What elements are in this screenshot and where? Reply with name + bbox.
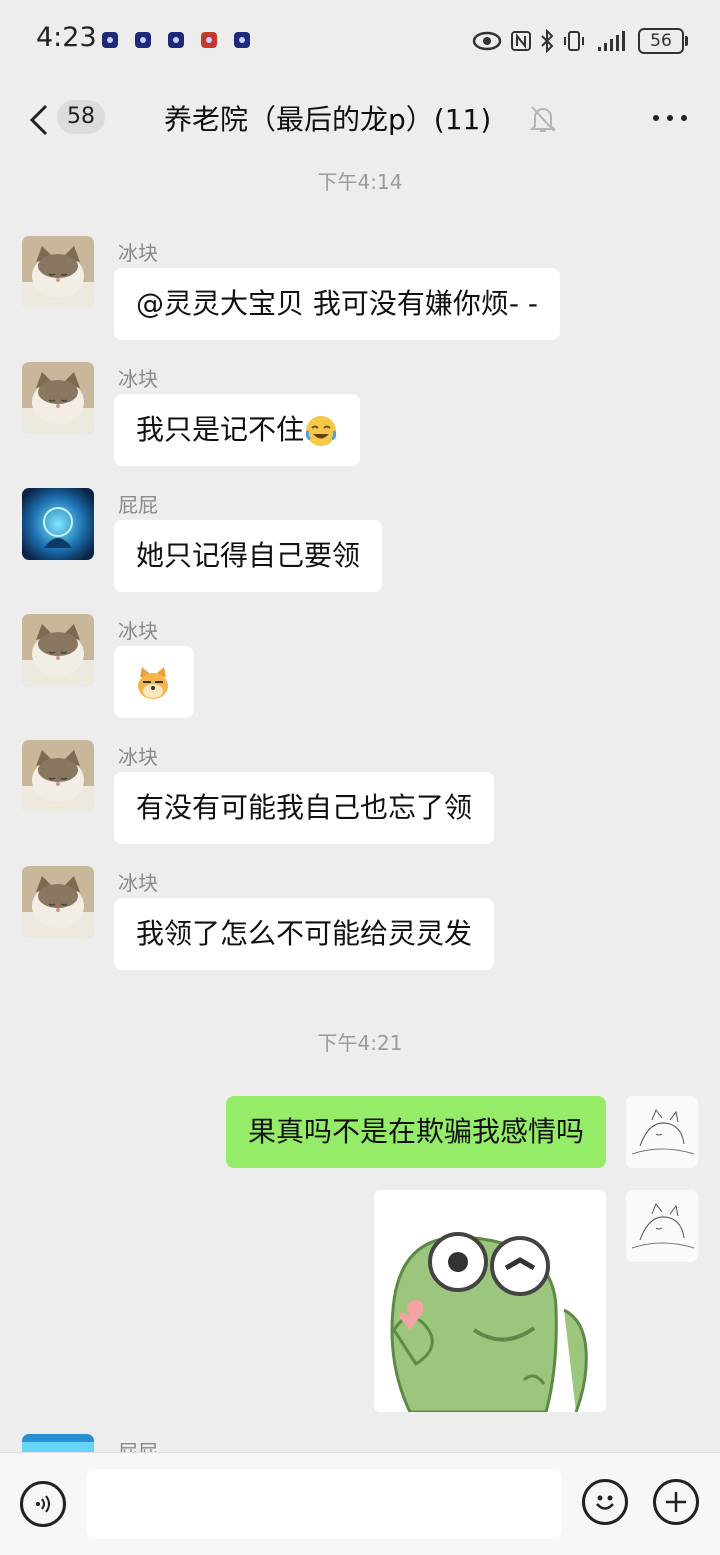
- message-bubble[interactable]: 我只是记不住: [114, 394, 361, 466]
- sender-name: 屁屁: [118, 493, 158, 517]
- voice-icon[interactable]: [20, 1481, 66, 1527]
- message-bubble[interactable]: 我领了怎么不可能给灵灵发: [114, 898, 495, 970]
- message-timestamp: 下午4:14: [317, 170, 403, 194]
- unread-count-badge[interactable]: 58: [57, 100, 105, 134]
- sender-name: 冰块: [118, 745, 158, 769]
- chat-title[interactable]: 养老院（最后的龙p）(11): [164, 98, 491, 138]
- message-bubble[interactable]: @灵灵大宝贝 我可没有嫌你烦- -: [114, 268, 561, 340]
- add-icon[interactable]: [653, 1479, 699, 1525]
- avatar[interactable]: [22, 1434, 94, 1452]
- sender-name: 冰块: [118, 619, 158, 643]
- message-text: 我领了怎么不可能给灵灵发: [136, 917, 473, 950]
- avatar[interactable]: [22, 614, 94, 686]
- emoji-icon[interactable]: [582, 1479, 628, 1525]
- bluetooth-icon: [541, 29, 554, 53]
- avatar[interactable]: [22, 866, 94, 938]
- avatar[interactable]: [22, 362, 94, 434]
- message-text: @灵灵大宝贝 我可没有嫌你烦- -: [136, 287, 539, 320]
- avatar[interactable]: [22, 488, 94, 560]
- my-avatar[interactable]: [626, 1190, 698, 1262]
- back-icon[interactable]: [26, 102, 56, 138]
- status-time: 4:23: [36, 22, 97, 53]
- nfc-icon: [511, 31, 531, 51]
- bell-off-icon: [530, 106, 556, 132]
- battery-icon: 56: [638, 28, 688, 54]
- chat-header: 58 养老院（最后的龙p）(11): [0, 80, 720, 160]
- sender-name: 冰块: [118, 367, 158, 391]
- vibrate-icon: [564, 31, 584, 51]
- status-bar: 4:23 56: [0, 0, 720, 80]
- sender-name: 屁屁: [118, 1440, 158, 1452]
- eye-icon: [472, 31, 502, 51]
- frog-sticker[interactable]: [374, 1190, 606, 1412]
- message-bubble[interactable]: [114, 646, 194, 718]
- sender-name: 冰块: [118, 871, 158, 895]
- message-input[interactable]: [86, 1469, 562, 1539]
- avatar[interactable]: [22, 236, 94, 308]
- message-text: 有没有可能我自己也忘了领: [136, 791, 473, 824]
- notification-icon: [135, 32, 151, 48]
- system-icons: 56: [472, 26, 688, 56]
- message-bubble[interactable]: 她只记得自己要领: [114, 520, 383, 592]
- input-bar: [0, 1452, 720, 1555]
- notification-icon: [234, 32, 250, 48]
- doge-emoji-icon: [138, 667, 168, 699]
- notification-icon: [102, 32, 118, 48]
- message-text: 我只是记不住: [136, 413, 305, 446]
- message-text: 她只记得自己要领: [136, 539, 361, 572]
- sender-name: 冰块: [118, 241, 158, 265]
- more-icon[interactable]: [650, 106, 690, 130]
- my-avatar[interactable]: [626, 1096, 698, 1168]
- avatar[interactable]: [22, 740, 94, 812]
- notification-icon: [201, 32, 217, 48]
- notification-icon: [168, 32, 184, 48]
- crying-laughing-emoji-icon: [305, 416, 337, 446]
- my-message-bubble[interactable]: 果真吗不是在欺骗我感情吗: [225, 1096, 606, 1168]
- message-bubble[interactable]: 有没有可能我自己也忘了领: [114, 772, 495, 844]
- message-timestamp: 下午4:21: [317, 1031, 403, 1055]
- message-text: 果真吗不是在欺骗我感情吗: [247, 1115, 584, 1148]
- signal-icon: [598, 31, 625, 51]
